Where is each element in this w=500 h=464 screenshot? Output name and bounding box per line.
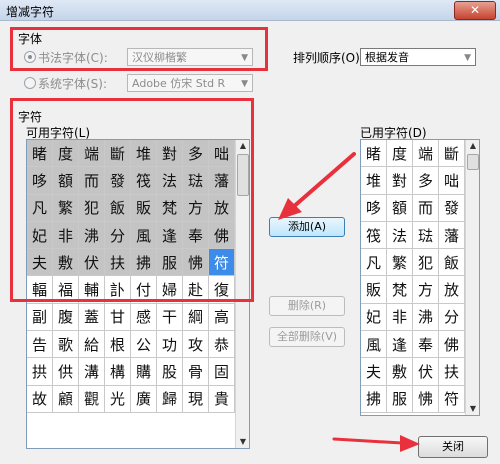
char-cell[interactable]: 對 xyxy=(387,167,413,195)
char-cell[interactable]: 符 xyxy=(439,385,465,413)
char-cell[interactable]: 廣 xyxy=(131,385,157,413)
char-cell[interactable]: 甘 xyxy=(105,303,131,332)
char-cell[interactable]: 溝 xyxy=(79,358,105,386)
char-cell[interactable]: 哆 xyxy=(361,194,387,222)
char-cell[interactable]: 逢 xyxy=(387,331,413,359)
system-font-select[interactable]: Adobe 仿宋 Std R ▼ xyxy=(127,74,253,92)
char-cell[interactable]: 堆 xyxy=(361,167,387,195)
char-cell[interactable]: 度 xyxy=(387,140,413,168)
char-cell[interactable]: 妃 xyxy=(361,303,387,332)
char-cell[interactable]: 繁 xyxy=(387,249,413,277)
char-cell[interactable]: 咄 xyxy=(439,167,465,195)
char-cell[interactable]: 奉 xyxy=(413,331,439,359)
char-cell[interactable]: 觀 xyxy=(79,385,105,413)
char-cell[interactable]: 攻 xyxy=(183,331,209,359)
char-cell[interactable]: 伏 xyxy=(413,358,439,386)
chars-annotation-box xyxy=(10,98,254,302)
char-cell[interactable]: 飯 xyxy=(439,249,465,277)
char-cell[interactable]: 犯 xyxy=(413,249,439,277)
sort-order-select[interactable]: 根据发音 ▼ xyxy=(360,48,476,66)
char-cell[interactable]: 骨 xyxy=(183,358,209,386)
char-cell[interactable]: 發 xyxy=(439,194,465,222)
system-font-radio[interactable] xyxy=(24,77,36,89)
char-cell[interactable]: 構 xyxy=(105,358,131,386)
char-cell[interactable]: 現 xyxy=(183,385,209,413)
char-cell[interactable]: 梵 xyxy=(387,276,413,304)
char-cell[interactable]: 琺 xyxy=(413,221,439,250)
system-font-value: Adobe 仿宋 Std R xyxy=(132,77,226,90)
char-cell[interactable]: 敷 xyxy=(387,358,413,386)
char-cell[interactable]: 股 xyxy=(157,358,183,386)
char-cell[interactable]: 多 xyxy=(413,167,439,195)
add-arrow-icon xyxy=(278,152,356,220)
char-cell[interactable]: 斷 xyxy=(439,140,465,168)
char-cell[interactable]: 恭 xyxy=(209,331,235,359)
delete-button[interactable]: 删除(R) xyxy=(269,296,345,316)
char-cell[interactable]: 高 xyxy=(209,303,235,332)
char-cell[interactable]: 怫 xyxy=(413,385,439,413)
char-cell[interactable]: 睹 xyxy=(361,140,387,168)
title-bar: 增减字符 ✕ xyxy=(0,0,500,21)
char-cell[interactable]: 貴 xyxy=(209,385,235,413)
system-font-label: 系统字体(S): xyxy=(38,77,108,91)
char-cell[interactable]: 藩 xyxy=(439,221,465,250)
char-cell[interactable]: 風 xyxy=(361,331,387,359)
char-cell[interactable]: 販 xyxy=(361,276,387,304)
char-cell[interactable]: 方 xyxy=(413,276,439,304)
char-cell[interactable]: 歌 xyxy=(53,331,79,359)
char-cell[interactable]: 故 xyxy=(27,385,53,413)
chevron-down-icon: ▼ xyxy=(464,53,471,63)
char-cell[interactable]: 端 xyxy=(413,140,439,168)
char-cell[interactable]: 蓋 xyxy=(79,303,105,332)
sort-order-value: 根据发音 xyxy=(365,51,409,64)
char-cell[interactable]: 購 xyxy=(131,358,157,386)
char-cell[interactable]: 扶 xyxy=(439,358,465,386)
char-cell[interactable]: 夫 xyxy=(361,358,387,386)
sort-order-label: 排列顺序(O): xyxy=(293,51,364,65)
char-cell[interactable]: 干 xyxy=(157,303,183,332)
char-cell[interactable]: 筏 xyxy=(361,221,387,250)
delete-all-button[interactable]: 全部删除(V) xyxy=(269,327,345,347)
char-cell[interactable]: 顧 xyxy=(53,385,79,413)
char-cell[interactable]: 感 xyxy=(131,303,157,332)
char-cell[interactable]: 非 xyxy=(387,303,413,332)
char-cell[interactable]: 根 xyxy=(105,331,131,359)
char-cell[interactable]: 放 xyxy=(439,276,465,304)
used-scrollbar[interactable]: ▲ ▼ xyxy=(465,140,479,415)
char-cell[interactable]: 公 xyxy=(131,331,157,359)
char-cell[interactable]: 額 xyxy=(387,194,413,222)
char-cell[interactable]: 固 xyxy=(209,358,235,386)
char-cell[interactable]: 拂 xyxy=(361,385,387,413)
char-cell[interactable]: 告 xyxy=(27,331,53,359)
char-cell[interactable]: 而 xyxy=(413,194,439,222)
close-arrow-icon xyxy=(332,435,420,452)
chevron-down-icon: ▼ xyxy=(241,79,248,89)
scroll-down-icon[interactable]: ▼ xyxy=(236,436,249,448)
window-title: 增减字符 xyxy=(6,5,55,19)
char-cell[interactable]: 凡 xyxy=(361,249,387,277)
char-cell[interactable]: 分 xyxy=(439,303,465,332)
close-icon[interactable]: ✕ xyxy=(454,1,496,20)
char-cell[interactable]: 光 xyxy=(105,385,131,413)
font-annotation-box xyxy=(10,27,268,71)
char-cell[interactable]: 供 xyxy=(53,358,79,386)
close-button[interactable]: 关闭 xyxy=(418,436,488,458)
char-cell[interactable]: 副 xyxy=(27,303,53,332)
char-cell[interactable]: 佛 xyxy=(439,331,465,359)
scroll-down-icon[interactable]: ▼ xyxy=(466,403,479,415)
char-cell[interactable]: 拱 xyxy=(27,358,53,386)
char-cell[interactable]: 法 xyxy=(387,221,413,250)
scroll-thumb[interactable] xyxy=(467,154,479,170)
char-cell[interactable]: 歸 xyxy=(157,385,183,413)
used-chars-grid[interactable]: 睹度端斷堆對多咄哆額而發筏法琺藩凡繁犯飯販梵方放妃非沸分風逢奉佛夫敷伏扶拂服怫符… xyxy=(360,139,480,416)
char-cell[interactable]: 給 xyxy=(79,331,105,359)
char-cell[interactable]: 腹 xyxy=(53,303,79,332)
scroll-up-icon[interactable]: ▲ xyxy=(466,140,479,152)
char-cell[interactable]: 功 xyxy=(157,331,183,359)
char-cell[interactable]: 沸 xyxy=(413,303,439,332)
char-cell[interactable]: 綱 xyxy=(183,303,209,332)
char-cell[interactable]: 服 xyxy=(387,385,413,413)
